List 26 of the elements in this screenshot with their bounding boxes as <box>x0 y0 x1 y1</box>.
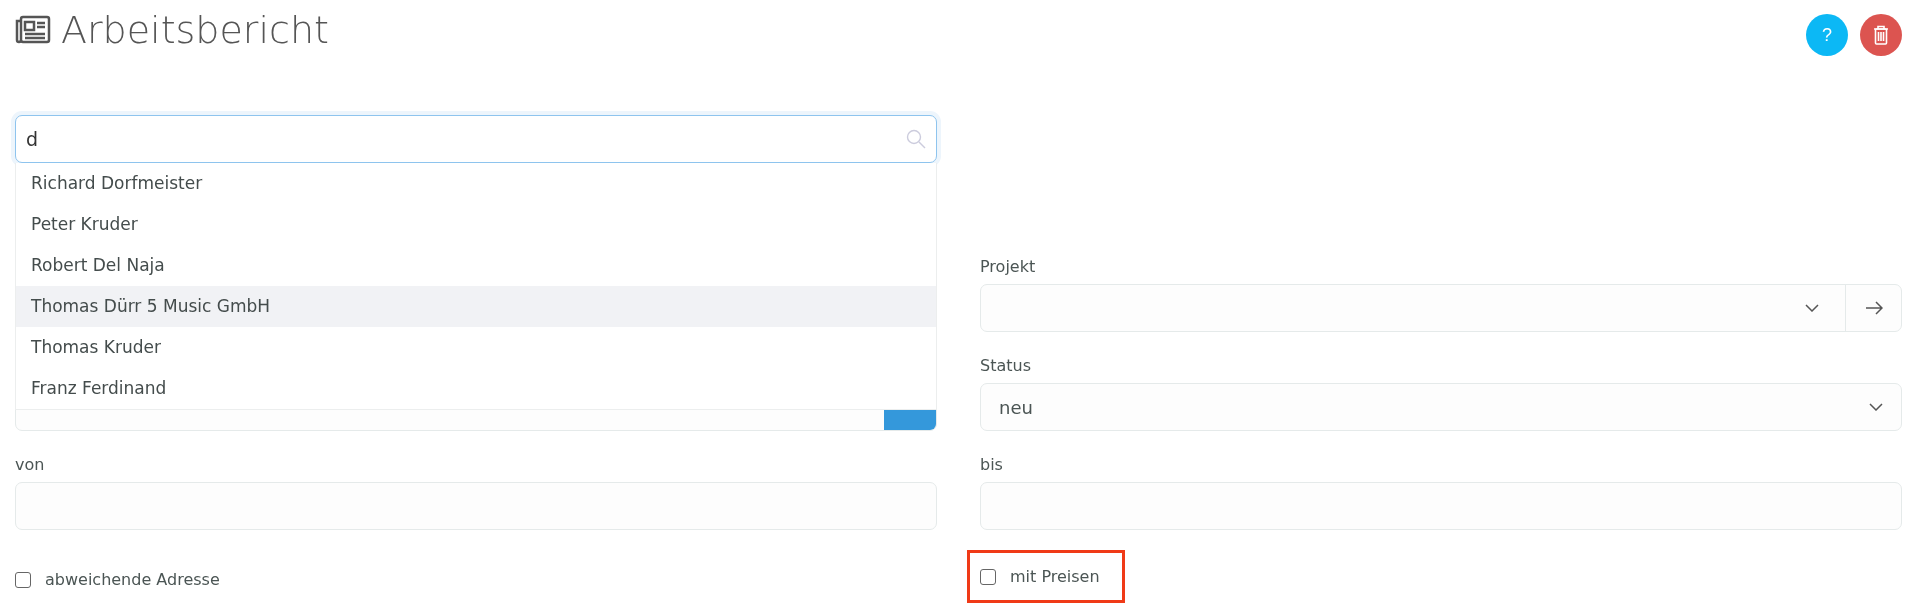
newspaper-icon <box>15 15 51 45</box>
suggestion-item[interactable]: Thomas Dürr 5 Music GmbH <box>16 286 936 327</box>
suggestion-item[interactable]: Robert Del Naja <box>16 245 936 286</box>
page-title: Arbeitsbericht <box>61 8 329 52</box>
checkbox-label: abweichende Adresse <box>45 570 220 589</box>
checkbox[interactable] <box>15 571 31 588</box>
suggestion-item[interactable]: Peter Kruder <box>16 204 936 245</box>
field-label: Status <box>980 357 1031 375</box>
search-icon <box>906 129 926 149</box>
input-field[interactable] <box>15 482 937 530</box>
suggestion-item[interactable]: Franz Ferdinand <box>16 368 936 409</box>
input-field[interactable] <box>980 482 1902 530</box>
field-label: von <box>15 456 45 474</box>
chevron-down-icon <box>1869 403 1883 411</box>
suggestion-item[interactable]: Thomas Kruder <box>16 327 936 368</box>
field-label: bis <box>980 456 1003 474</box>
suggestion-item[interactable]: Richard Dorfmeister <box>16 163 936 204</box>
trash-icon <box>1873 25 1889 45</box>
checkbox[interactable] <box>980 568 996 585</box>
field-label: Projekt <box>980 258 1036 276</box>
arrow-right-icon <box>1864 301 1883 315</box>
delete-button[interactable] <box>1860 14 1902 56</box>
select-field[interactable]: neu <box>980 383 1902 431</box>
chevron-down-icon <box>1805 304 1819 312</box>
checkbox-label: mit Preisen <box>1010 567 1100 586</box>
select-field[interactable] <box>980 284 1902 332</box>
